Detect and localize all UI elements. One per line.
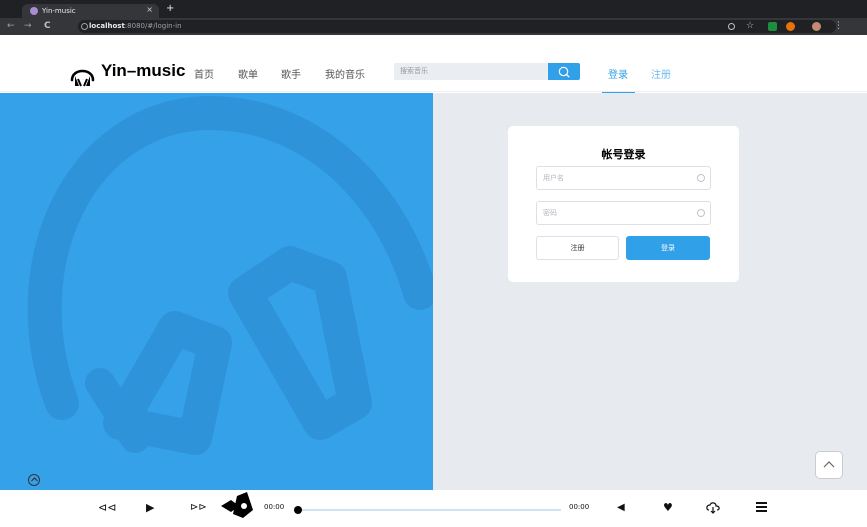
login-button[interactable]: 登录 [626,236,710,260]
download-cloud-icon[interactable] [706,501,720,514]
password-field[interactable]: 密码 [536,201,711,225]
collapse-player-button[interactable] [28,474,40,486]
nav-playlists[interactable]: 歌单 [238,66,258,81]
nav-my-music[interactable]: 我的音乐 [325,66,365,81]
heart-icon[interactable]: ♥ [663,501,673,515]
login-nav-link[interactable]: 登录 [608,66,628,81]
site-info-icon[interactable] [81,23,88,30]
tab-close-button[interactable]: × [146,5,153,14]
nav-home[interactable]: 首页 [194,66,214,81]
username-field[interactable]: 用户名 [536,166,711,190]
register-nav-link[interactable]: 注册 [651,66,671,81]
extension-orange-icon[interactable] [786,22,795,31]
play-icon[interactable]: ▶ [146,501,154,515]
star-icon[interactable]: ☆ [746,22,754,31]
search-input[interactable]: 搜索音乐 [394,63,548,80]
total-time: 00:00 [569,503,590,511]
previous-track-icon[interactable]: ⊲⊲ [98,501,116,515]
browser-tab[interactable]: Yin-music × [22,4,159,18]
hero-panel [0,93,433,490]
new-tab-button[interactable]: + [166,3,174,14]
login-title: 帐号登录 [601,148,646,161]
headphones-logo-icon[interactable] [69,62,96,88]
progress-track[interactable] [299,509,561,511]
nav-singers[interactable]: 歌手 [281,66,301,81]
headphones-watermark-icon [27,95,433,455]
chevron-up-icon [823,461,835,468]
check-circle-icon [697,174,705,182]
extension-green-icon[interactable] [768,22,777,31]
playlist-menu-icon[interactable] [756,502,767,512]
check-circle-icon [697,209,705,217]
site-logo-text[interactable]: Yin–music [101,61,185,81]
browser-menu-icon[interactable]: ⋮ [834,22,843,31]
browser-tab-strip: Yin-music × + [0,0,867,18]
login-card: 帐号登录 用户名 密码 注册 登录 [508,126,739,282]
current-time: 00:00 [264,503,285,511]
address-bar[interactable]: localhost:8080/#/login-in [78,20,836,33]
forward-arrow-icon[interactable]: → [24,21,32,31]
browser-toolbar: ← → C localhost:8080/#/login-in ☆ ⋮ [0,18,867,35]
back-arrow-icon[interactable]: ← [7,21,15,31]
progress-knob[interactable] [294,506,302,514]
next-track-icon[interactable]: ⊳⊳ [190,501,207,515]
url-host: localhost [89,22,125,30]
search-icon [558,66,570,78]
chevron-up-icon [30,477,38,482]
volume-icon[interactable]: ◀︎ [617,501,625,515]
key-icon[interactable] [728,23,735,30]
url-path: :8080/#/login-in [124,22,182,30]
tab-title: Yin-music [42,7,76,15]
register-button[interactable]: 注册 [536,236,619,260]
back-to-top-button[interactable] [815,451,843,479]
profile-avatar-icon[interactable] [812,22,821,31]
favicon-icon [30,7,38,15]
search-button[interactable] [548,63,580,80]
album-cover-icon[interactable] [219,490,255,520]
reload-icon[interactable]: C [44,21,51,31]
username-placeholder: 用户名 [543,174,564,182]
password-placeholder: 密码 [543,209,557,217]
